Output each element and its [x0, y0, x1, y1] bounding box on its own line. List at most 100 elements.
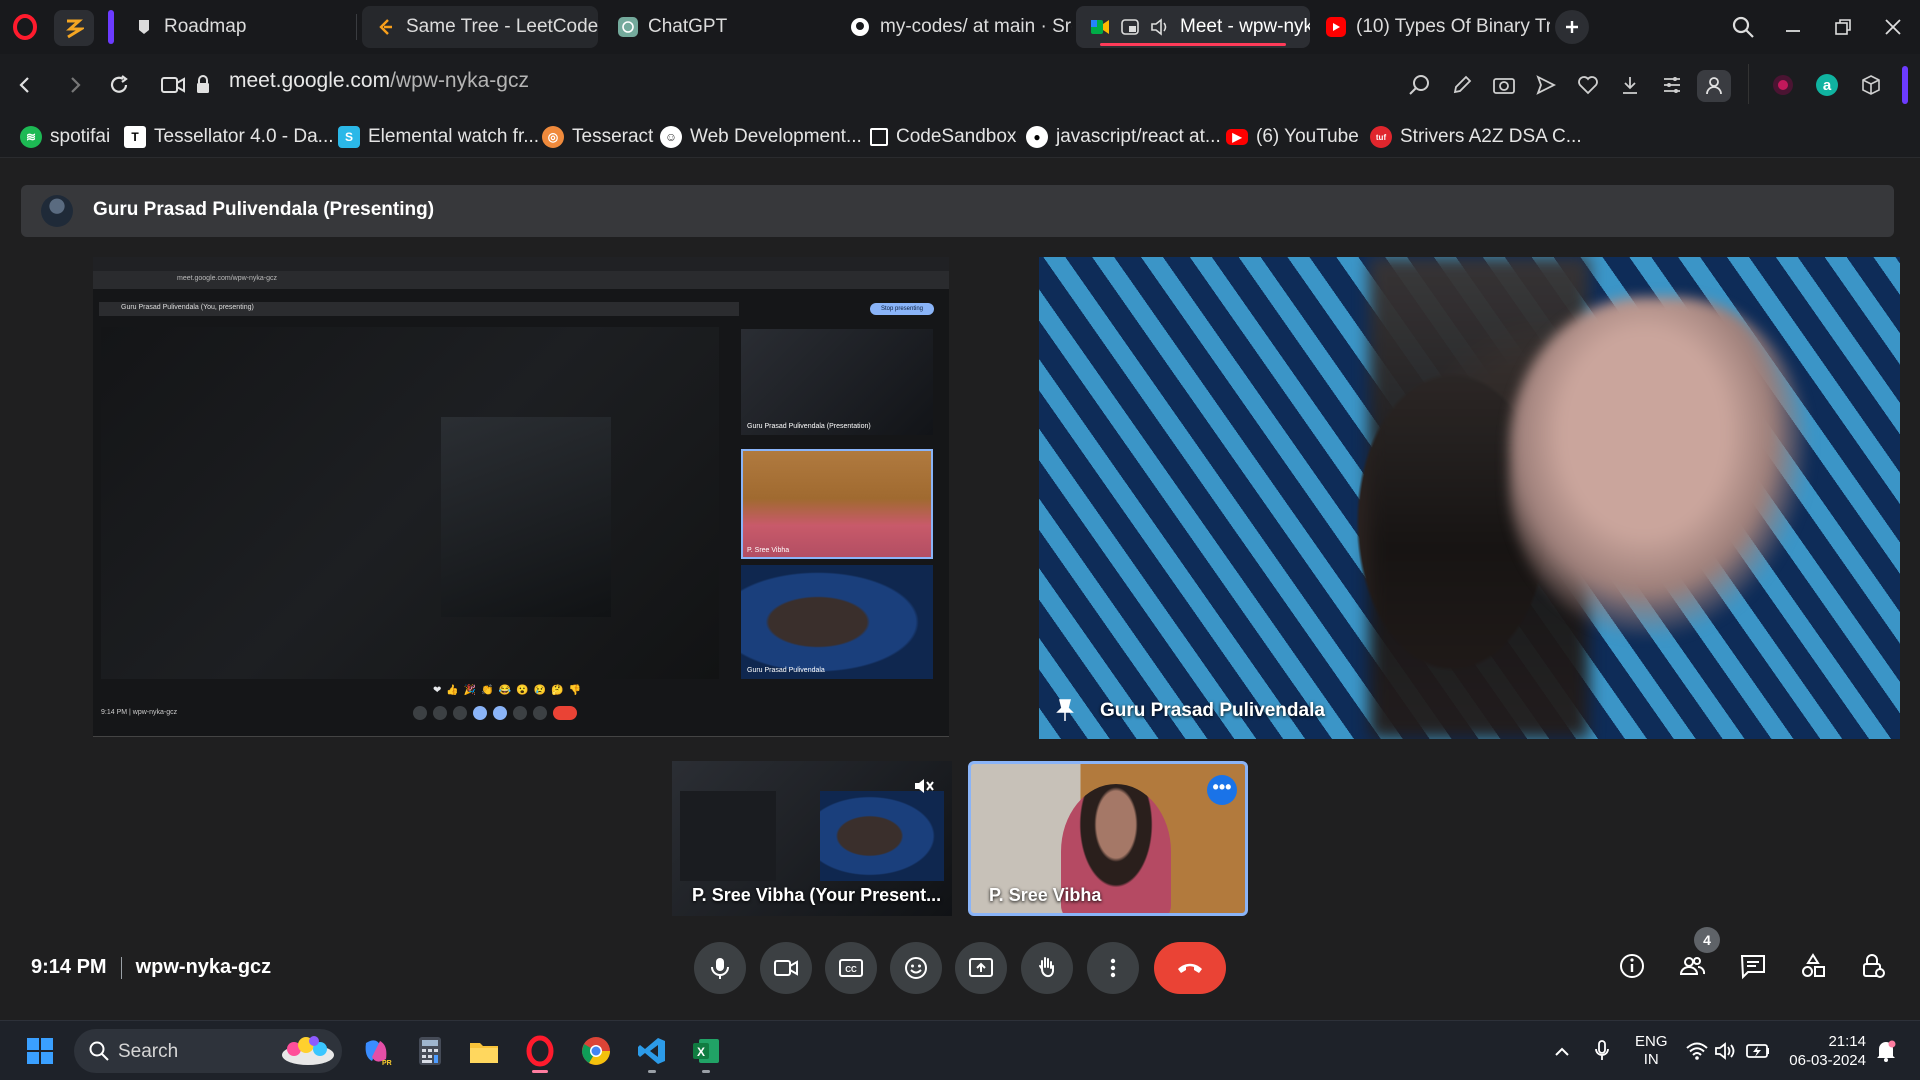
tab-label: my-codes/ at main · Sre: [880, 16, 1072, 37]
meeting-details-button[interactable]: [1610, 944, 1654, 988]
tab-search-icon[interactable]: [1726, 10, 1760, 44]
back-icon[interactable]: [8, 68, 42, 102]
muted-icon: [912, 775, 934, 797]
shared-url: meet.google.com/wpw-nyka-gcz: [177, 275, 277, 282]
edit-icon[interactable]: [1447, 70, 1477, 100]
microphone-in-use-icon[interactable]: [1582, 1031, 1622, 1071]
bookmark-strivers-dsa[interactable]: tuf Strivers A2Z DSA C...: [1370, 124, 1582, 150]
opera-menu-icon[interactable]: [8, 10, 42, 44]
snapshot-icon[interactable]: [1489, 70, 1519, 100]
extension-sr-icon[interactable]: [1768, 70, 1798, 100]
bookmark-web-development[interactable]: ☺ Web Development...: [660, 124, 862, 150]
close-window-icon[interactable]: [1876, 10, 1910, 44]
bookmark-tessellator[interactable]: T Tessellator 4.0 - Da...: [124, 124, 334, 150]
language-indicator[interactable]: ENG IN: [1635, 1033, 1668, 1069]
tab-leetcode[interactable]: Same Tree - LeetCode: [362, 6, 598, 48]
reload-icon[interactable]: [102, 68, 136, 102]
picture-in-picture-icon[interactable]: [1120, 17, 1140, 37]
meeting-time: 9:14 PM: [31, 956, 107, 978]
bookmark-tesseract[interactable]: ◎ Tesseract: [542, 124, 653, 150]
screen-share-view[interactable]: meet.google.com/wpw-nyka-gcz Guru Prasad…: [93, 257, 949, 737]
restore-window-icon[interactable]: [1826, 10, 1860, 44]
start-windows-icon[interactable]: [20, 1031, 60, 1071]
find-in-page-icon[interactable]: [1405, 70, 1435, 100]
camera-button[interactable]: [760, 942, 812, 994]
host-controls-button[interactable]: [1851, 944, 1895, 988]
url-input[interactable]: meet.google.com/wpw-nyka-gcz: [229, 69, 529, 93]
bookmark-elemental[interactable]: S Elemental watch fr...: [338, 124, 539, 150]
tab-island-icon[interactable]: [54, 10, 94, 46]
download-icon[interactable]: [1615, 70, 1645, 100]
copilot-icon[interactable]: PRE: [356, 1031, 396, 1071]
extension-a-icon[interactable]: a: [1812, 70, 1842, 100]
favorite-heart-icon[interactable]: [1573, 70, 1603, 100]
pin-icon[interactable]: [1054, 698, 1078, 722]
chat-icon: [1740, 955, 1765, 980]
bookmark-label: Tesseract: [572, 126, 654, 147]
system-clock[interactable]: 21:14 06-03-2024: [1786, 1032, 1866, 1070]
speaker-icon[interactable]: [1150, 17, 1170, 37]
chrome-icon[interactable]: [576, 1031, 616, 1071]
new-tab-button[interactable]: [1555, 10, 1589, 44]
battery-charging-icon[interactable]: [1738, 1031, 1778, 1071]
windows-taskbar: Search PRE X ENG IN 21:14: [0, 1020, 1920, 1080]
tile-your-presentation[interactable]: P. Sree Vibha (Your Present...: [672, 761, 952, 916]
main-video-tile[interactable]: Guru Prasad Pulivendala: [1039, 257, 1900, 739]
send-icon[interactable]: [1531, 70, 1561, 100]
lock-icon[interactable]: [186, 68, 220, 102]
reactions-button[interactable]: [890, 942, 942, 994]
calculator-icon[interactable]: [410, 1031, 450, 1071]
taskbar-search-box[interactable]: Search: [74, 1029, 342, 1073]
tab-github-my-codes[interactable]: my-codes/ at main · Sre: [836, 6, 1072, 48]
opera-browser-icon[interactable]: [520, 1031, 560, 1073]
tab-roadmap[interactable]: Roadmap: [120, 6, 350, 48]
browser-tab-strip: Roadmap Same Tree - LeetCode ChatGPT my-…: [0, 0, 1920, 54]
microphone-button[interactable]: [694, 942, 746, 994]
leave-call-button[interactable]: [1154, 942, 1226, 994]
more-options-button[interactable]: [1087, 942, 1139, 994]
tab-youtube-binary-tree[interactable]: (10) Types Of Binary Tre: [1312, 6, 1550, 48]
show-hidden-icons-chevron-icon[interactable]: [1542, 1031, 1582, 1071]
tab-label: Meet - wpw-nyka: [1180, 16, 1310, 37]
shared-tile-label: P. Sree Vibha: [747, 547, 790, 554]
bookmark-label: Web Development...: [690, 126, 862, 147]
excel-icon[interactable]: X: [686, 1031, 726, 1073]
vscode-icon[interactable]: [632, 1031, 672, 1073]
bookmark-label: Elemental watch fr...: [368, 126, 540, 147]
meet-stage: Guru Prasad Pulivendala (Presenting) mee…: [0, 158, 1920, 1020]
shared-ghost-figure: [441, 417, 611, 617]
tab-chatgpt[interactable]: ChatGPT: [604, 6, 834, 48]
easy-setup-icon[interactable]: [1657, 70, 1687, 100]
more-options-icon[interactable]: •••: [1207, 775, 1237, 805]
tab-label: ChatGPT: [648, 16, 728, 37]
youtube-icon: ▶: [1226, 129, 1248, 145]
shared-tile-label: Guru Prasad Pulivendala: [747, 667, 825, 674]
web-dev-icon: ☺: [660, 126, 682, 148]
bookmark-label: CodeSandbox: [896, 126, 1017, 147]
present-screen-button[interactable]: [955, 942, 1007, 994]
video-face-shape: [1509, 297, 1809, 637]
camera-in-use-icon[interactable]: [156, 68, 190, 102]
bookmark-codesandbox[interactable]: CodeSandbox: [870, 124, 1016, 150]
shared-tile-guru: [741, 565, 933, 679]
tab-label: Same Tree - LeetCode: [406, 16, 598, 37]
raise-hand-button[interactable]: [1021, 942, 1073, 994]
tab-meet[interactable]: Meet - wpw-nyka: [1076, 6, 1310, 48]
meeting-code: wpw-nyka-gcz: [135, 956, 272, 978]
file-explorer-icon[interactable]: [464, 1031, 504, 1071]
forward-icon[interactable]: [58, 68, 92, 102]
tile-self-video[interactable]: ••• P. Sree Vibha: [968, 761, 1248, 916]
bookmark-youtube[interactable]: ▶ (6) YouTube: [1226, 124, 1359, 150]
captions-button[interactable]: CC: [825, 942, 877, 994]
minimize-window-icon[interactable]: [1776, 10, 1810, 44]
notification-bell-icon[interactable]: [1866, 1031, 1906, 1071]
profile-icon[interactable]: [1697, 70, 1731, 102]
end-call-icon: [1178, 963, 1202, 973]
extensions-cube-icon[interactable]: [1856, 70, 1886, 100]
chat-button[interactable]: [1731, 944, 1775, 988]
bookmark-javascript-react[interactable]: ● javascript/react at...: [1026, 124, 1221, 150]
shared-reactions-bar: ❤👍🎉👏😂😮😢🤔👎: [433, 685, 586, 696]
activities-button[interactable]: [1791, 944, 1835, 988]
bookmark-spotifai[interactable]: ≋ spotifai: [20, 124, 110, 150]
tuf-icon: tuf: [1370, 126, 1392, 148]
